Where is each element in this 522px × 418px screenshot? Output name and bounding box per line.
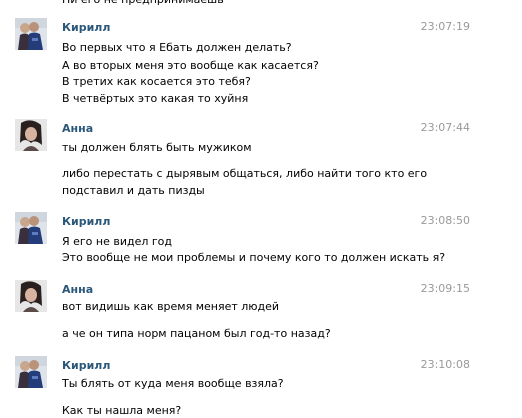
avatar[interactable]: [15, 212, 47, 244]
message-text: Я его не видел год: [62, 235, 173, 248]
message-text: ты должен блять быть мужиком: [62, 141, 252, 154]
message-author[interactable]: Анна: [62, 122, 93, 135]
message-item: Кирилл 23:08:50 Я его не видел год Это в…: [0, 212, 522, 268]
message-text: А во вторых меня это вообще как касается…: [62, 59, 319, 72]
message-timestamp[interactable]: 23:07:44: [421, 121, 470, 134]
avatar[interactable]: [15, 18, 47, 50]
message-text-partial: Ни его не предпринимаешь: [62, 0, 224, 8]
avatar[interactable]: [15, 280, 47, 312]
message-timestamp[interactable]: 23:08:50: [421, 214, 470, 227]
message-author[interactable]: Анна: [62, 283, 93, 296]
message-timestamp[interactable]: 23:07:19: [421, 20, 470, 33]
message-text: а че он типа норм пацаном был год-то наз…: [62, 327, 331, 340]
message-author[interactable]: Кирилл: [62, 215, 110, 228]
message-text: Во первых что я Ебать должен делать?: [62, 41, 292, 54]
avatar[interactable]: [15, 356, 47, 388]
avatar[interactable]: [15, 119, 47, 151]
message-author[interactable]: Кирилл: [62, 359, 110, 372]
message-timestamp[interactable]: 23:10:08: [421, 358, 470, 371]
message-item: Анна 23:07:44 ты должен блять быть мужик…: [0, 119, 522, 201]
message-item: Анна 23:09:15 вот видишь как время меняе…: [0, 280, 522, 346]
message-text: Это вообще не мои проблемы и почему кого…: [62, 251, 446, 264]
message-text: Ты блять от куда меня вообще взяла?: [62, 377, 284, 390]
message-text: подставил и дать пизды: [62, 184, 205, 197]
message-author[interactable]: Кирилл: [62, 21, 110, 34]
message-text: В третих как косается это тебя?: [62, 75, 251, 88]
message-item: Кирилл 23:10:08 Ты блять от куда меня во…: [0, 356, 522, 418]
message-text: В четвёртых это какая то хуйня: [62, 92, 249, 105]
message-text: либо перестать с дырявым общаться, либо …: [62, 167, 428, 180]
message-text: вот видишь как время меняет людей: [62, 300, 280, 313]
message-item: Кирилл 23:07:19 Во первых что я Ебать до…: [0, 18, 522, 108]
message-text: Как ты нашла меня?: [62, 404, 182, 417]
message-timestamp[interactable]: 23:09:15: [421, 282, 470, 295]
